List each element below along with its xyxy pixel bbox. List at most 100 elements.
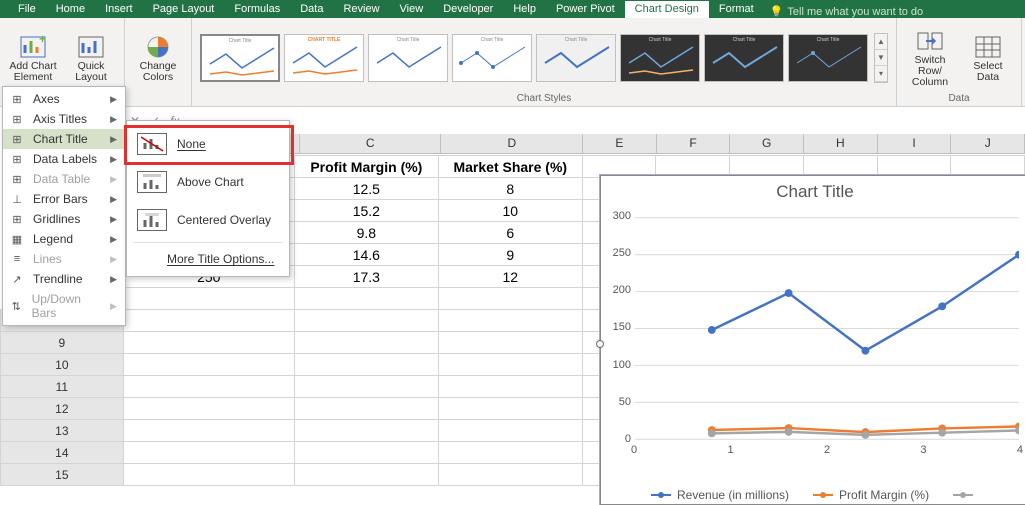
chart-title-none[interactable]: None — [127, 125, 289, 163]
cell[interactable] — [123, 442, 294, 464]
cell[interactable]: 14.6 — [294, 244, 438, 266]
cell[interactable] — [123, 288, 294, 310]
gallery-up[interactable]: ▲ — [875, 34, 887, 50]
chart-style-2[interactable]: CHART TITLE — [284, 34, 364, 82]
menu-legend[interactable]: ▦Legend▶ — [3, 229, 125, 249]
col-header-i[interactable]: I — [878, 134, 952, 153]
select-data-button[interactable]: Select Data — [961, 25, 1015, 91]
cell[interactable] — [438, 310, 582, 332]
tab-developer[interactable]: Developer — [433, 1, 503, 18]
col-header-e[interactable]: E — [583, 134, 657, 153]
menu-trendline[interactable]: ↗Trendline▶ — [3, 269, 125, 289]
tab-pagelayout[interactable]: Page Layout — [143, 1, 225, 18]
cell[interactable] — [438, 464, 582, 486]
row-header-14[interactable]: 14 — [1, 442, 124, 464]
tab-view[interactable]: View — [390, 1, 434, 18]
cell-c1[interactable]: Profit Margin (%) — [294, 156, 438, 178]
tab-chartdesign[interactable]: Chart Design — [625, 1, 709, 18]
chart-style-1[interactable]: Chart Title — [200, 34, 280, 82]
cell[interactable] — [294, 376, 438, 398]
col-header-h[interactable]: H — [804, 134, 878, 153]
cell[interactable] — [294, 288, 438, 310]
cell[interactable] — [438, 354, 582, 376]
chart-plot-area[interactable]: 0 50 100 150 200 250 300 0 1 2 3 4 — [635, 216, 1019, 441]
switch-row-column-button[interactable]: Switch Row/ Column — [903, 25, 957, 91]
tab-insert[interactable]: Insert — [95, 1, 143, 18]
tab-help[interactable]: Help — [503, 1, 546, 18]
cell[interactable] — [294, 420, 438, 442]
tab-data[interactable]: Data — [290, 1, 333, 18]
chart-style-5[interactable]: Chart Title — [536, 34, 616, 82]
tell-me-search[interactable]: 💡 Tell me what you want to do — [770, 5, 923, 18]
cell[interactable]: 12 — [438, 266, 582, 288]
cell[interactable]: 12.5 — [294, 178, 438, 200]
row-header-10[interactable]: 10 — [1, 354, 124, 376]
cell-d1[interactable]: Market Share (%) — [438, 156, 582, 178]
chart-style-4[interactable]: Chart Title — [452, 34, 532, 82]
tab-format[interactable]: Format — [709, 1, 764, 18]
cell[interactable] — [438, 288, 582, 310]
menu-chart-title[interactable]: ⊞Chart Title▶ — [3, 129, 125, 149]
cell[interactable]: 8 — [438, 178, 582, 200]
cell[interactable] — [294, 332, 438, 354]
menu-axis-titles[interactable]: ⊞Axis Titles▶ — [3, 109, 125, 129]
cell[interactable] — [294, 464, 438, 486]
cell[interactable] — [294, 354, 438, 376]
cell[interactable] — [294, 310, 438, 332]
chart-legend[interactable]: .le:nth-child(1) .sw::after{background:#… — [651, 488, 1025, 502]
chart-style-6[interactable]: Chart Title — [620, 34, 700, 82]
col-header-f[interactable]: F — [657, 134, 731, 153]
menu-error-bars[interactable]: ⊥Error Bars▶ — [3, 189, 125, 209]
chart-title-centered[interactable]: Centered Overlay — [127, 201, 289, 239]
row-header-15[interactable]: 15 — [1, 464, 124, 486]
tab-file[interactable]: File — [8, 1, 46, 18]
tab-powerpivot[interactable]: Power Pivot — [546, 1, 625, 18]
cell[interactable] — [294, 398, 438, 420]
chart-style-7[interactable]: Chart Title — [704, 34, 784, 82]
cell[interactable]: 6 — [438, 222, 582, 244]
cell[interactable] — [123, 332, 294, 354]
cell[interactable] — [123, 398, 294, 420]
row-header-9[interactable]: 9 — [1, 332, 124, 354]
row-header-11[interactable]: 11 — [1, 376, 124, 398]
cell[interactable] — [438, 376, 582, 398]
chart-resize-handle[interactable] — [596, 340, 604, 348]
gallery-more[interactable]: ▾ — [875, 66, 887, 82]
col-header-g[interactable]: G — [730, 134, 804, 153]
cell[interactable]: 9.8 — [294, 222, 438, 244]
chart-title-text[interactable]: Chart Title — [601, 182, 1025, 202]
tab-formulas[interactable]: Formulas — [224, 1, 290, 18]
cell[interactable]: 10 — [438, 200, 582, 222]
tab-home[interactable]: Home — [46, 1, 95, 18]
menu-axes[interactable]: ⊞Axes▶ — [3, 89, 125, 109]
row-header-12[interactable]: 12 — [1, 398, 124, 420]
chart-style-8[interactable]: Chart Title — [788, 34, 868, 82]
cell[interactable] — [123, 354, 294, 376]
cell[interactable] — [438, 332, 582, 354]
cell[interactable] — [438, 442, 582, 464]
cell[interactable] — [438, 398, 582, 420]
cell[interactable]: 9 — [438, 244, 582, 266]
change-colors-button[interactable]: Change Colors — [131, 25, 185, 91]
col-header-j[interactable]: J — [951, 134, 1025, 153]
menu-gridlines[interactable]: ⊞Gridlines▶ — [3, 209, 125, 229]
cell[interactable]: 17.3 — [294, 266, 438, 288]
col-header-c[interactable]: C — [300, 134, 442, 153]
cell[interactable] — [294, 442, 438, 464]
tab-review[interactable]: Review — [333, 1, 389, 18]
chart-title-more-options[interactable]: More Title Options... — [127, 246, 289, 272]
embedded-chart[interactable]: Chart Title 0 50 100 150 200 250 300 0 1… — [600, 175, 1025, 505]
cell[interactable] — [123, 376, 294, 398]
row-header-13[interactable]: 13 — [1, 420, 124, 442]
menu-data-labels[interactable]: ⊞Data Labels▶ — [3, 149, 125, 169]
cell[interactable] — [123, 310, 294, 332]
series-revenue[interactable] — [712, 255, 1019, 351]
chart-title-above[interactable]: Above Chart — [127, 163, 289, 201]
cell[interactable] — [123, 464, 294, 486]
cell[interactable] — [123, 420, 294, 442]
gallery-down[interactable]: ▼ — [875, 50, 887, 66]
cell[interactable]: 15.2 — [294, 200, 438, 222]
cell[interactable] — [438, 420, 582, 442]
chart-style-3[interactable]: Chart Title — [368, 34, 448, 82]
quick-layout-button[interactable]: Quick Layout — [64, 25, 118, 91]
